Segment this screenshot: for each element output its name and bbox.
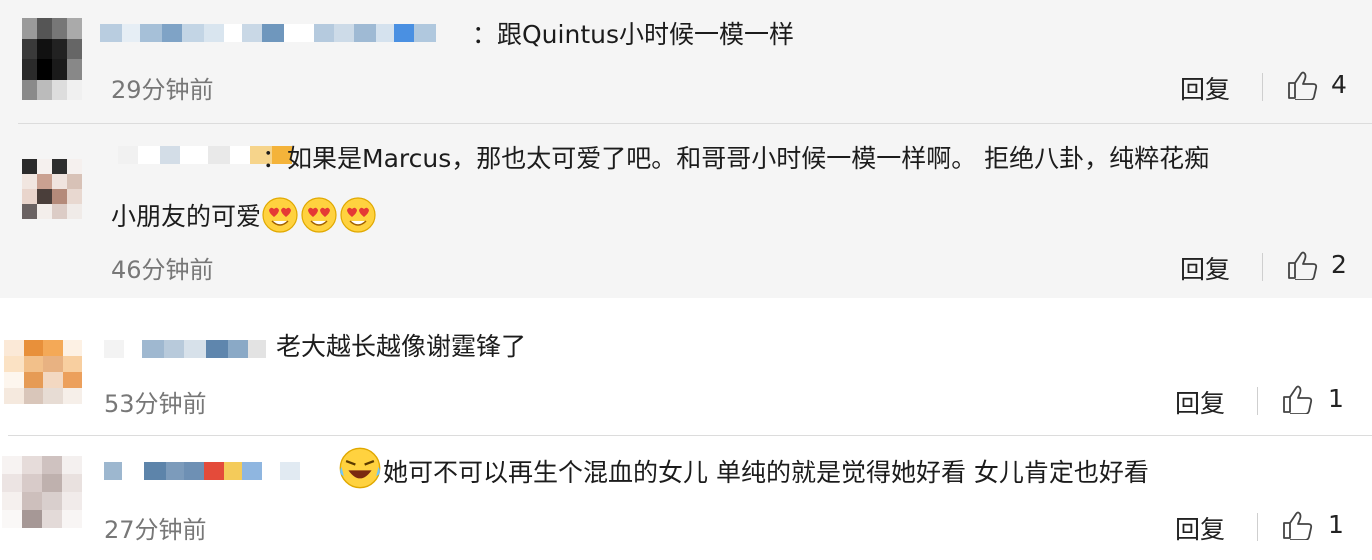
- heart-eyes-emoji: [262, 197, 298, 233]
- like-count: 1: [1328, 510, 1344, 539]
- comment-item: ：如果是Marcus，那也太可爱了吧。和哥哥小时候一模一样啊。 拒绝八卦，纯粹花…: [0, 124, 1372, 298]
- action-divider: [1262, 253, 1263, 281]
- like-count: 4: [1331, 70, 1347, 99]
- heart-eyes-emoji: [340, 197, 376, 233]
- comment-item: 她可不可以再生个混血的女儿 单纯的就是觉得她好看 女儿肯定也好看 27分钟前 回…: [0, 436, 1372, 560]
- action-divider: [1257, 387, 1258, 415]
- avatar[interactable]: [22, 159, 82, 219]
- comment-text: 老大越长越像谢霆锋了: [276, 332, 527, 361]
- comment-text: ：如果是Marcus，那也太可爱了吧。和哥哥小时候一模一样啊。 拒绝八卦，纯粹花…: [262, 144, 1210, 173]
- thumbs-up-icon[interactable]: [1287, 70, 1321, 100]
- thumbs-up-icon[interactable]: [1287, 250, 1321, 280]
- username-pixelated[interactable]: [104, 338, 266, 360]
- comment-time: 29分钟前: [111, 76, 214, 104]
- reply-button[interactable]: 回复: [1175, 384, 1225, 420]
- reply-button[interactable]: 回复: [1180, 250, 1230, 286]
- username-pixelated[interactable]: [100, 22, 436, 44]
- section-gap: [0, 298, 1372, 308]
- comment-text: ：跟Quintus小时候一模一样: [472, 20, 794, 49]
- action-divider: [1257, 513, 1258, 541]
- comment-text: 她可不可以再生个混血的女儿 单纯的就是觉得她好看 女儿肯定也好看: [338, 446, 1149, 500]
- reply-button[interactable]: 回复: [1175, 510, 1225, 546]
- reply-button[interactable]: 回复: [1180, 70, 1230, 106]
- comment-item: ：跟Quintus小时候一模一样 29分钟前 回复 4: [0, 0, 1372, 124]
- action-divider: [1262, 73, 1263, 101]
- avatar[interactable]: [4, 340, 82, 404]
- thumbs-up-icon[interactable]: [1282, 510, 1316, 540]
- username-pixelated[interactable]: [104, 460, 300, 482]
- comment-time: 53分钟前: [104, 390, 207, 418]
- comment-time: 27分钟前: [104, 516, 207, 544]
- avatar[interactable]: [22, 18, 82, 100]
- comment-text-line2: 小朋友的可爱: [111, 196, 378, 237]
- like-count: 1: [1328, 384, 1344, 413]
- comment-item: 老大越长越像谢霆锋了 53分钟前 回复 1: [0, 308, 1372, 436]
- heart-eyes-emoji: [301, 197, 337, 233]
- like-count: 2: [1331, 250, 1347, 279]
- comment-time: 46分钟前: [111, 256, 214, 284]
- avatar[interactable]: [2, 456, 82, 528]
- laugh-cry-emoji: [339, 447, 381, 489]
- thumbs-up-icon[interactable]: [1282, 384, 1316, 414]
